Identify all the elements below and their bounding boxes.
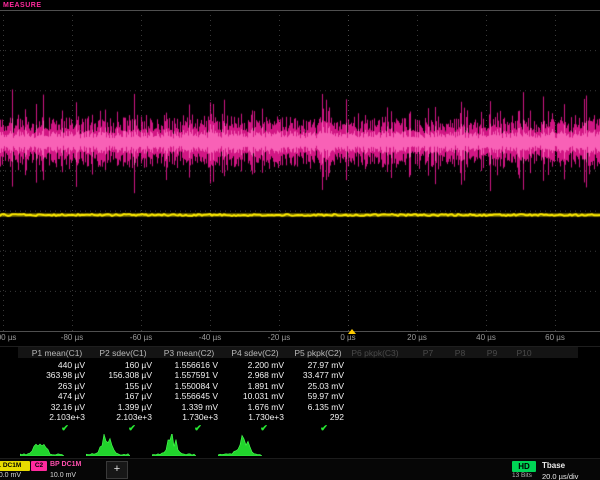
- histicon[interactable]: [218, 434, 262, 456]
- time-axis-label: -60 µs: [130, 333, 152, 342]
- measure-table: P1 mean(C1) P2 sdev(C1) P3 mean(C2) P4 sdev…: [22, 347, 600, 435]
- measure-header-p10[interactable]: P10: [516, 348, 531, 358]
- measure-header-p1[interactable]: P1 mean(C1): [32, 348, 83, 358]
- channel-c2-descriptor[interactable]: C2: [31, 461, 47, 471]
- measure-value: 2.103e+3: [90, 412, 152, 422]
- measure-header-p2[interactable]: P2 sdev(C1): [99, 348, 146, 358]
- time-axis-label: -80 µs: [61, 333, 83, 342]
- time-axis: -100 µs -80 µs -60 µs -40 µs -20 µs 0 µs 20 µs…: [0, 333, 600, 346]
- status-check-icon: ✔: [320, 423, 328, 434]
- measure-header-p3[interactable]: P3 mean(C2): [164, 348, 215, 358]
- descriptor-bar: C1 DC1M 10.0 mV C2 BP DC1M 10.0 mV + HD …: [0, 458, 600, 480]
- measure-value: 1.557591 V: [156, 370, 218, 380]
- channel-c1-descriptor[interactable]: C1 DC1M: [0, 461, 30, 471]
- timebase-descriptor[interactable]: Tbase: [542, 461, 565, 470]
- measure-header-p4[interactable]: P4 sdev(C2): [231, 348, 278, 358]
- measure-value: 474 µV: [23, 391, 85, 401]
- measure-value: 263 µV: [23, 381, 85, 391]
- measure-value: 160 µV: [90, 360, 152, 370]
- measure-value: 1.891 mV: [222, 381, 284, 391]
- measure-value: 363.98 µV: [23, 370, 85, 380]
- measure-value: 156.308 µV: [90, 370, 152, 380]
- measure-header-p6[interactable]: P6 pkpk(C3): [351, 348, 398, 358]
- status-check-icon: ✔: [128, 423, 136, 434]
- waveform-canvas: [0, 10, 600, 332]
- graticule-area: [0, 10, 600, 332]
- measure-value: 1.556616 V: [156, 360, 218, 370]
- measure-value: 2.968 mV: [222, 370, 284, 380]
- time-axis-label: 40 µs: [476, 333, 496, 342]
- measure-header-p7[interactable]: P7: [423, 348, 433, 358]
- measure-value: 1.730e+3: [156, 412, 218, 422]
- measure-value: 27.97 mV: [282, 360, 344, 370]
- measure-value: 10.031 mV: [222, 391, 284, 401]
- add-trace-button[interactable]: +: [106, 461, 128, 479]
- measure-value: 2.103e+3: [23, 412, 85, 422]
- measure-header-p5[interactable]: P5 pkpk(C2): [294, 348, 341, 358]
- channel-c2-coupling: BP DC1M: [50, 461, 81, 468]
- hd-badge[interactable]: HD: [512, 461, 536, 472]
- time-axis-label: -40 µs: [199, 333, 221, 342]
- time-axis-label: 0 µs: [340, 333, 355, 342]
- measure-header-p8[interactable]: P8: [455, 348, 465, 358]
- oscilloscope-screen: MEASURE -100 µs -80 µs -60 µs -40 µs -20 µs 0…: [0, 0, 600, 480]
- measure-value: 33.477 mV: [282, 370, 344, 380]
- measure-value: 1.730e+3: [222, 412, 284, 422]
- measure-value: 167 µV: [90, 391, 152, 401]
- measure-value: 1.556645 V: [156, 391, 218, 401]
- channel-c2-scale: 10.0 mV: [50, 472, 76, 479]
- timebase-scale: 20.0 µs/div: [542, 472, 578, 480]
- time-axis-label: -20 µs: [268, 333, 290, 342]
- histicon[interactable]: [20, 434, 64, 456]
- measure-value: 2.200 mV: [222, 360, 284, 370]
- measure-value: 292: [282, 412, 344, 422]
- time-axis-label: 20 µs: [407, 333, 427, 342]
- trigger-time-marker[interactable]: [348, 329, 356, 334]
- channel-c1-scale: 10.0 mV: [0, 472, 30, 479]
- time-axis-label: 60 µs: [545, 333, 565, 342]
- histicon[interactable]: [152, 434, 196, 456]
- status-check-icon: ✔: [194, 423, 202, 434]
- measure-value: 6.135 mV: [282, 402, 344, 412]
- hd-bits-label: 13 Bits: [512, 472, 532, 479]
- status-check-icon: ✔: [260, 423, 268, 434]
- status-check-icon: ✔: [61, 423, 69, 434]
- measure-value: 155 µV: [90, 381, 152, 391]
- measure-value: 1.676 mV: [222, 402, 284, 412]
- measure-value: 440 µV: [23, 360, 85, 370]
- measure-value: 25.03 mV: [282, 381, 344, 391]
- measure-value: 1.339 mV: [156, 402, 218, 412]
- time-axis-label: -100 µs: [0, 333, 16, 342]
- measure-value: 32.16 µV: [23, 402, 85, 412]
- status-label: MEASURE: [3, 2, 42, 9]
- measure-header-p9[interactable]: P9: [487, 348, 497, 358]
- measure-value: 1.399 µV: [90, 402, 152, 412]
- histicon[interactable]: [86, 434, 130, 456]
- measure-value: 1.550084 V: [156, 381, 218, 391]
- measure-value: 59.97 mV: [282, 391, 344, 401]
